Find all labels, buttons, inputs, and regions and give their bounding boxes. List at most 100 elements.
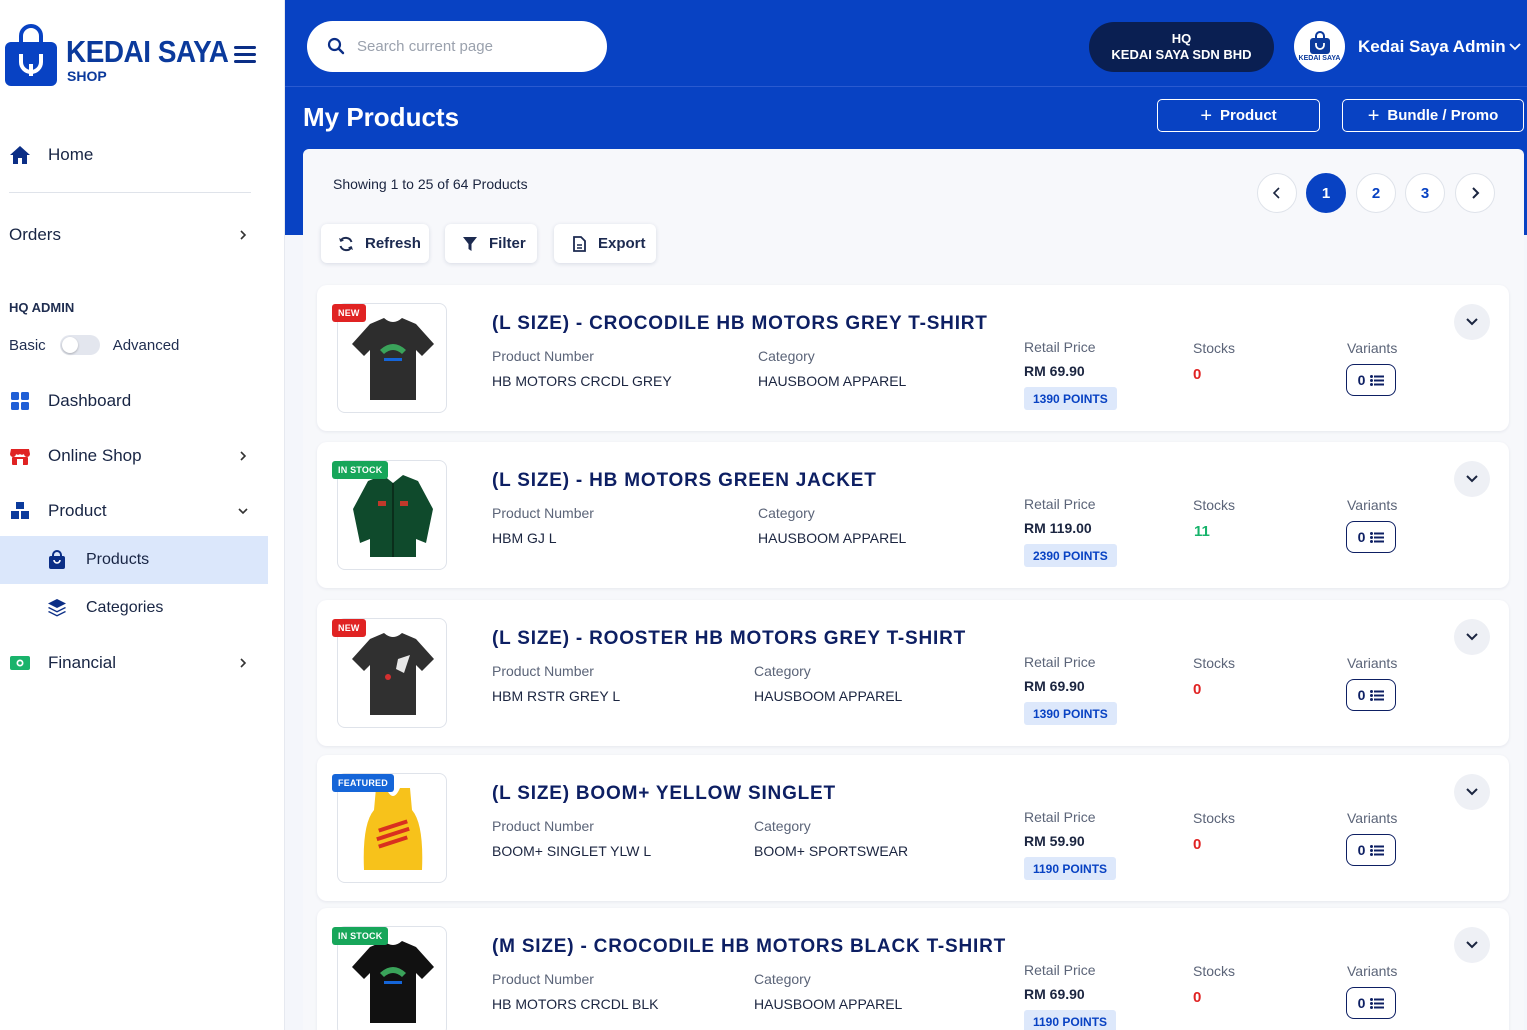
pagination-page[interactable]: 2 [1356,173,1396,213]
chevron-down-icon [1466,318,1478,326]
sidebar-item-financial[interactable]: Financial [0,641,268,685]
stock-value: 0 [1193,989,1202,1006]
variants-button[interactable]: 0 [1346,521,1396,553]
sidebar-item-label: Home [48,145,94,164]
variants-button[interactable]: 0 [1346,364,1396,396]
list-icon [1370,531,1385,543]
export-label: Export [598,235,646,252]
category-value: HAUSBOOM APPAREL [754,996,903,1012]
points-badge: 1190 POINTS [1024,857,1117,880]
plus-icon: + [1200,104,1212,127]
chevron-down-icon [238,508,248,515]
product-title[interactable]: (M SIZE) - CROCODILE HB MOTORS BLACK T-S… [492,936,1006,958]
product-number-value: HB MOTORS CRCDL BLK [492,996,659,1012]
stocks-label: Stocks [1193,963,1236,979]
category-label: Category [754,971,811,987]
list-icon [1370,689,1385,701]
product-title[interactable]: (L SIZE) - HB MOTORS GREEN JACKET [492,470,877,492]
hamburger-menu-icon[interactable] [234,46,256,64]
list-icon [1370,997,1385,1009]
expand-row-button[interactable] [1454,461,1490,497]
stock-value: 0 [1193,836,1202,853]
search-input[interactable] [357,33,587,60]
stocks-label: Stocks [1193,810,1236,826]
chevron-right-icon [1472,187,1480,199]
refresh-label: Refresh [365,235,421,252]
product-number-label: Product Number [492,348,594,364]
status-badge: IN STOCK [332,927,389,945]
list-icon [1370,844,1385,856]
sidebar-subitem-categories[interactable]: Categories [0,584,268,632]
product-number-value: HB MOTORS CRCDL GREY [492,373,672,389]
variants-button[interactable]: 0 [1346,987,1396,1019]
money-icon [9,652,31,674]
pagination-prev[interactable] [1257,173,1297,213]
add-product-button[interactable]: + Product [1157,99,1320,132]
pagination-page[interactable]: 1 [1306,173,1346,213]
variants-count: 0 [1357,529,1366,545]
chevron-down-icon [1466,633,1478,641]
chevron-down-icon [1466,475,1478,483]
refresh-button[interactable]: Refresh [321,224,429,263]
search-box [307,21,607,72]
basic-advanced-toggle[interactable] [59,335,100,355]
sidebar-item-home[interactable]: Home [0,133,268,177]
variants-label: Variants [1347,497,1398,513]
user-menu-name[interactable]: Kedai Saya Admin [1358,37,1506,57]
variants-label: Variants [1347,655,1398,671]
product-card: IN STOCK (M SIZE) - CROCODILE HB MOTORS B… [317,908,1509,1030]
page-title: My Products [303,102,460,132]
chevron-down-icon[interactable] [1509,42,1521,52]
export-button[interactable]: Export [554,224,656,263]
pagination-page[interactable]: 3 [1405,173,1445,213]
sidebar-item-dashboard[interactable]: Dashboard [0,379,268,423]
sidebar-item-online-shop[interactable]: Online Shop [0,434,268,478]
home-icon [9,144,31,166]
product-title[interactable]: (L SIZE) BOOM+ YELLOW SINGLET [492,783,836,805]
product-number-value: HBM RSTR GREY L [492,688,621,704]
expand-row-button[interactable] [1454,774,1490,810]
retail-price-label: Retail Price [1024,962,1096,978]
header-divider [285,86,1527,87]
filter-button[interactable]: Filter [445,224,537,263]
retail-price-value: RM 119.00 [1024,520,1092,536]
expand-row-button[interactable] [1454,619,1490,655]
sidebar-item-label: Product [48,501,107,520]
filter-label: Filter [489,235,526,252]
add-bundle-promo-button[interactable]: + Bundle / Promo [1342,99,1524,132]
product-card: IN STOCK (L SIZE) - HB MOTORS GREEN JACKE… [317,442,1509,588]
results-count: Showing 1 to 25 of 64 Products [333,176,528,192]
sidebar-item-label: Dashboard [48,391,132,410]
product-number-label: Product Number [492,505,594,521]
category-label: Category [754,818,811,834]
sidebar-item-product[interactable]: Product [0,489,268,533]
variants-count: 0 [1357,842,1366,858]
refresh-icon [339,236,353,251]
product-title[interactable]: (L SIZE) - CROCODILE HB MOTORS GREY T-SH… [492,313,988,335]
avatar[interactable]: KEDAI SAYA [1294,21,1345,72]
expand-row-button[interactable] [1454,304,1490,340]
chevron-right-icon [240,230,247,240]
sidebar-item-orders[interactable]: Orders [0,213,268,257]
variants-count: 0 [1357,995,1366,1011]
sidebar-subitem-products[interactable]: Products [0,536,268,584]
variants-count: 0 [1357,372,1366,388]
expand-row-button[interactable] [1454,927,1490,963]
product-card: FEATURED (L SIZE) BOOM+ YELLOW SINGLET Pro… [317,755,1509,901]
retail-price-value: RM 69.90 [1024,986,1085,1002]
pagination-next[interactable] [1455,173,1495,213]
variants-button[interactable]: 0 [1346,834,1396,866]
chevron-left-icon [1272,187,1280,199]
hq-store-selector[interactable]: HQ KEDAI SAYA SDN BHD [1089,22,1274,72]
stock-value: 0 [1193,681,1202,698]
variants-button[interactable]: 0 [1346,679,1396,711]
sidebar-subitem-label: Products [86,551,150,568]
boxes-icon [9,500,31,522]
variants-label: Variants [1347,340,1398,356]
status-badge: NEW [332,619,366,637]
sidebar-subitem-label: Categories [86,599,164,616]
stocks-label: Stocks [1193,340,1236,356]
category-label: Category [754,663,811,679]
product-title[interactable]: (L SIZE) - ROOSTER HB MOTORS GREY T-SHIR… [492,628,966,650]
retail-price-label: Retail Price [1024,809,1096,825]
